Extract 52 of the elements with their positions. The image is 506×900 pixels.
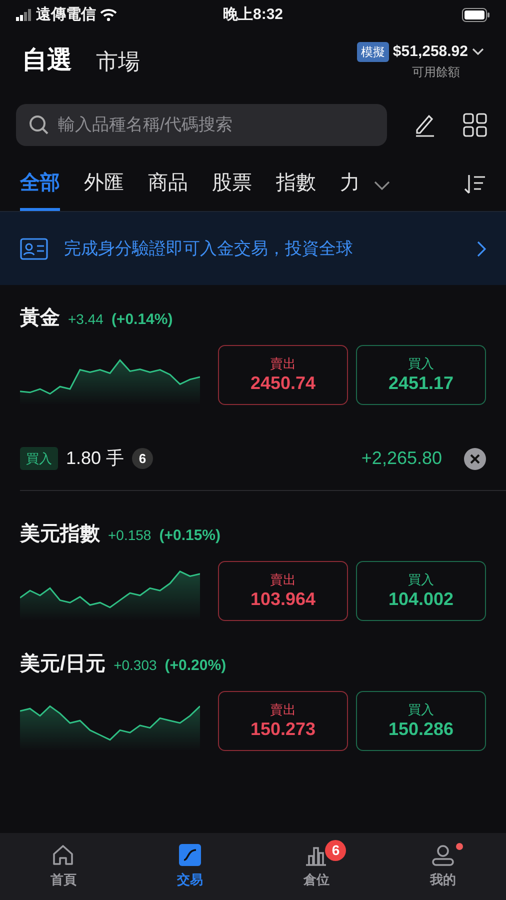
search-field[interactable]: 輸入品種名稱/代碼搜索	[16, 104, 387, 146]
nav-item[interactable]: 我的	[380, 833, 506, 900]
instrument-name[interactable]: 美元指數	[20, 519, 100, 549]
chart-icon	[178, 843, 202, 867]
percent-change: (+0.15%)	[159, 526, 221, 546]
header-tab[interactable]: 市場	[96, 44, 140, 78]
position-count: 6	[132, 448, 154, 469]
instrument-name[interactable]: 黃金	[20, 303, 60, 333]
nav-item[interactable]: 交易	[126, 833, 253, 900]
battery-icon	[462, 8, 490, 22]
price-change: +0.158	[108, 526, 152, 545]
chevron-down-icon	[472, 48, 484, 56]
instrument-name[interactable]: 美元/日元	[20, 649, 106, 679]
close-position-button[interactable]	[464, 448, 486, 470]
id-card-icon	[20, 238, 48, 260]
wifi-icon	[100, 9, 117, 21]
chevron-down-icon[interactable]	[374, 181, 390, 191]
chevron-right-icon[interactable]	[477, 240, 486, 256]
percent-change: (+0.14%)	[111, 310, 173, 330]
clock: 晚上8:32	[222, 4, 284, 25]
search-icon	[29, 115, 49, 135]
grid-icon[interactable]	[463, 113, 487, 137]
percent-change: (+0.20%)	[164, 656, 226, 676]
buy-button[interactable]: 買入 104.002	[356, 561, 486, 621]
category-tab[interactable]: 指數	[276, 168, 316, 211]
demo-badge: 模擬	[356, 42, 389, 62]
position-side-tag: 買入	[20, 446, 58, 470]
sell-button[interactable]: 賣出 150.273	[218, 691, 348, 751]
sort-icon[interactable]	[464, 173, 486, 195]
balance-caption: 可用餘額	[412, 64, 460, 82]
home-icon	[51, 843, 76, 867]
category-tab[interactable]: 商品	[148, 168, 188, 211]
category-tab[interactable]: 力	[340, 168, 360, 211]
position-pnl: +2,265.80	[361, 447, 442, 470]
position-lots: 1.80 手	[66, 447, 124, 470]
category-tab[interactable]: 股票	[212, 168, 252, 211]
signal-icon	[16, 9, 32, 21]
carrier-name: 遠傳電信	[36, 4, 96, 25]
notification-badge: 6	[325, 840, 346, 861]
category-tab[interactable]: 外匯	[84, 168, 124, 211]
balance[interactable]: $51,258.92	[392, 40, 468, 64]
user-icon	[430, 843, 455, 867]
sell-button[interactable]: 賣出 2450.74	[218, 345, 348, 405]
sell-button[interactable]: 賣出 103.964	[218, 561, 348, 621]
price-change: +3.44	[68, 310, 104, 329]
buy-button[interactable]: 買入 150.286	[356, 691, 486, 751]
nav-item[interactable]: 倉位 6	[253, 833, 380, 900]
price-change: +0.303	[114, 656, 157, 675]
nav-item[interactable]: 首頁	[0, 833, 126, 900]
header-tab[interactable]: 自選	[22, 42, 72, 80]
pencil-icon[interactable]	[413, 113, 437, 137]
buy-button[interactable]: 買入 2451.17	[356, 345, 486, 405]
